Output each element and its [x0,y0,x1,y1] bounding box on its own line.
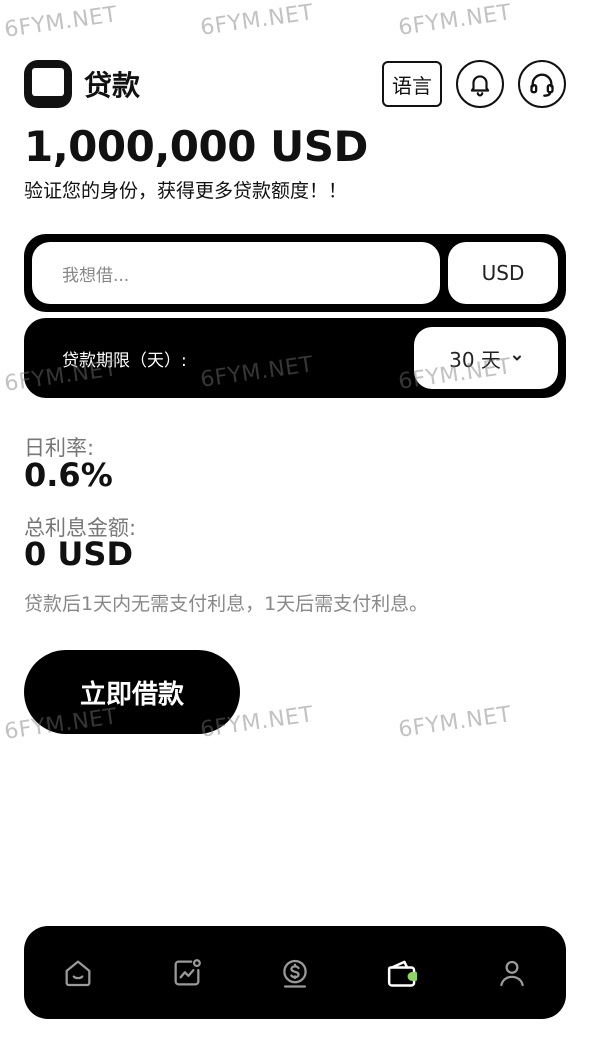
chevron-down-icon [512,355,521,361]
watermark: 6FYM.NET [198,0,316,41]
tab-home[interactable] [48,943,108,1003]
loan-term-row: 贷款期限（天）: 30 天 [24,318,566,398]
headset-icon [530,73,554,97]
tab-market[interactable] [157,943,217,1003]
user-icon [499,960,524,986]
page-title: 贷款 [84,69,141,102]
language-button[interactable]: 语言 [382,61,442,107]
loan-term-label: 贷款期限（天）: [62,350,187,371]
watermark: 6FYM.NET [396,0,514,41]
borrow-now-button[interactable]: 立即借款 [24,650,240,734]
bottom-tab-bar [24,926,566,1019]
header-actions: 语言 [382,60,566,108]
tab-profile[interactable] [482,943,542,1003]
notification-button[interactable] [456,60,504,108]
home-icon [65,960,91,986]
tab-finance[interactable] [265,943,325,1003]
borrow-amount-row: 我想借... USD [24,234,566,312]
loan-term-value: 30 天 [449,347,501,372]
tab-wallet[interactable] [373,943,433,1003]
max-loan-amount: 1,000,000 USD [24,122,368,171]
bell-icon [470,75,490,97]
currency-label: USD [448,242,558,304]
total-interest-value: 0 USD [24,535,133,573]
loan-term-select[interactable]: 30 天 [414,327,558,389]
chart-icon [174,958,201,985]
watermark: 6FYM.NET [2,2,120,43]
verify-identity-text[interactable]: 验证您的身份，获得更多贷款额度！！ [24,176,347,203]
interest-note: 贷款后1天内无需支付利息，1天后需支付利息。 [24,593,429,615]
daily-rate-value: 0.6% [24,456,113,494]
header: 贷款 语言 [24,58,566,110]
wallet-icon [388,960,418,987]
watermark: 6FYM.NET [396,702,514,743]
app-logo [24,60,72,108]
coin-icon [283,959,307,988]
borrow-amount-input[interactable]: 我想借... [32,242,440,304]
support-button[interactable] [518,60,566,108]
